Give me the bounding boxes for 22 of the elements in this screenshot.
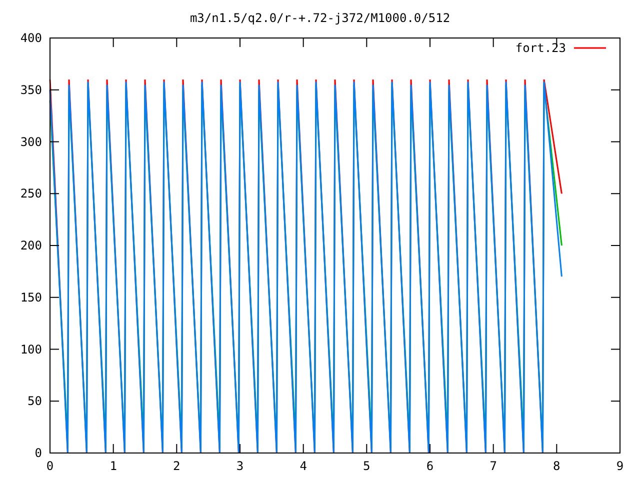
y-tick-label: 0 (34, 446, 42, 460)
x-tick-label: 1 (110, 459, 117, 473)
x-tick-label: 3 (236, 459, 244, 473)
y-tick-label: 250 (20, 186, 42, 201)
x-tick-label: 9 (616, 459, 624, 473)
x-tick-label: 0 (46, 459, 54, 473)
x-tick-label: 8 (553, 459, 560, 473)
y-tick-label: 400 (20, 31, 42, 45)
x-tick-label: 6 (426, 459, 434, 473)
x-tick-label: 7 (490, 459, 497, 473)
y-tick-label: 50 (28, 394, 42, 408)
y-tick-label: 300 (20, 134, 42, 149)
y-tick-label: 150 (20, 290, 42, 304)
legend-line-sample (574, 47, 606, 49)
x-tick-label: 2 (173, 459, 180, 473)
y-tick-label: 350 (20, 82, 42, 97)
x-tick-label: 4 (300, 459, 307, 473)
y-tick-label: 200 (20, 238, 42, 252)
y-tick-label: 100 (20, 342, 42, 356)
x-tick-label: 5 (363, 459, 370, 473)
legend-label: fort.23 (515, 41, 566, 55)
chart-title: m3/n1.5/q2.0/r-+.72-j372/M1000.0/512 (190, 11, 450, 25)
